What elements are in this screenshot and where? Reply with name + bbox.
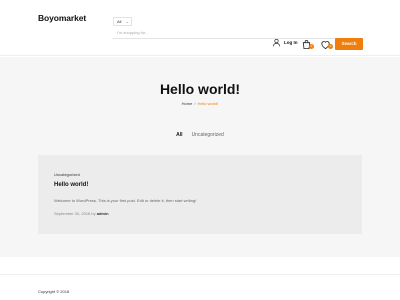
breadcrumb-separator: /	[194, 101, 196, 106]
post-by: by	[91, 211, 96, 216]
category-filters: All Uncategorized	[0, 132, 400, 138]
cart-count-badge: 0	[309, 44, 314, 49]
post-meta: September 30, 2018 by admin	[54, 211, 109, 216]
breadcrumb-current: Hello world!	[197, 101, 219, 106]
category-select-value: All	[117, 19, 122, 24]
page-title: Hello world!	[159, 81, 241, 97]
post-excerpt: Welcome to WordPress. This is your first…	[54, 198, 197, 203]
breadcrumb: Home / Hello world!	[0, 101, 400, 106]
filter-all[interactable]: All	[176, 132, 182, 138]
login-label: Log In	[284, 40, 298, 45]
post-date: September 30, 2018	[54, 211, 91, 216]
cart-button[interactable]: 0	[301, 37, 314, 50]
breadcrumb-home[interactable]: Home	[182, 101, 193, 106]
site-header: Boyomarket All ⌄ Log In 0 0 Search	[0, 0, 400, 56]
user-icon	[272, 38, 281, 47]
post-author[interactable]: admin	[97, 211, 109, 216]
search-button[interactable]: Search	[335, 38, 363, 50]
category-select[interactable]: All ⌄	[113, 17, 132, 26]
chevron-down-icon: ⌄	[125, 19, 129, 24]
post-title[interactable]: Hello world!	[54, 182, 88, 188]
copyright: Copyright © 2018	[38, 289, 70, 294]
site-logo[interactable]: Boyomarket	[38, 13, 86, 23]
filter-uncategorized[interactable]: Uncategorized	[192, 132, 224, 138]
wishlist-count-badge: 0	[328, 44, 333, 49]
wishlist-button[interactable]: 0	[320, 37, 333, 50]
login-link[interactable]: Log In	[272, 37, 298, 48]
site-footer: Copyright © 2018	[0, 274, 400, 300]
post-category[interactable]: Uncategorized	[54, 172, 80, 177]
post-card: Uncategorized Hello world! Welcome to Wo…	[38, 155, 362, 234]
